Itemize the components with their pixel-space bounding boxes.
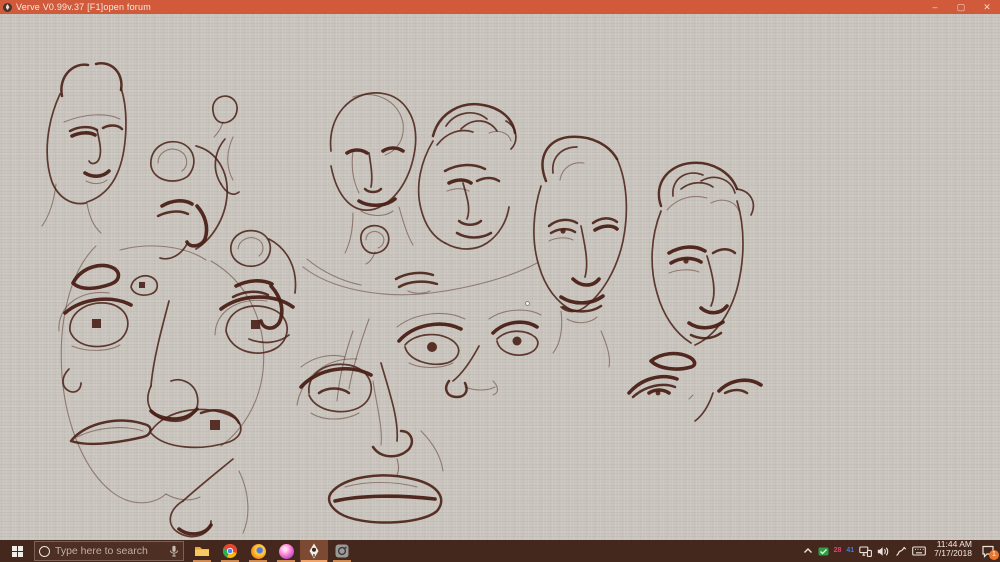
pen-link-icon[interactable] (895, 546, 907, 557)
notification-badge: 1 (989, 550, 999, 560)
search-input[interactable] (55, 545, 169, 557)
taskbar-app-paint-orb[interactable] (272, 540, 300, 562)
maximize-button[interactable]: ▢ (948, 0, 974, 14)
verve-taskbar-icon (306, 543, 322, 559)
volume-icon[interactable] (877, 546, 890, 557)
desktop-screen: Verve V0.99v.37 [F1]open forum – ▢ ✕ (0, 0, 1000, 562)
window-titlebar[interactable]: Verve V0.99v.37 [F1]open forum – ▢ ✕ (0, 0, 1000, 14)
tray-temp-red-badge[interactable]: 28 (834, 546, 842, 556)
tray-temp-blue-badge[interactable]: 41 (846, 546, 854, 556)
start-button[interactable] (0, 540, 34, 562)
taskbar-apps (188, 540, 356, 562)
microphone-icon (169, 545, 179, 557)
network-icon[interactable] (859, 546, 872, 557)
window-title: Verve V0.99v.37 [F1]open forum (16, 0, 151, 14)
system-tray: 28 41 (799, 540, 931, 562)
windows-taskbar: 28 41 11:44 AM 7/17/2018 1 (0, 540, 1000, 562)
drawing-canvas[interactable] (0, 14, 1000, 540)
taskbar-clock[interactable]: 11:44 AM 7/17/2018 (930, 540, 976, 562)
taskbar-app-capture[interactable] (328, 540, 356, 562)
chrome-icon (222, 543, 238, 559)
clock-date: 7/17/2018 (934, 549, 972, 558)
action-center-button[interactable]: 1 (976, 540, 1000, 562)
minimize-button[interactable]: – (922, 0, 948, 14)
taskbar-search[interactable] (34, 541, 184, 561)
taskbar-app-chrome[interactable] (216, 540, 244, 562)
tray-green-utility-icon[interactable] (818, 546, 829, 557)
taskbar-app-firefox[interactable] (244, 540, 272, 562)
windows-logo-icon (12, 546, 23, 557)
firefox-icon (251, 544, 266, 559)
taskbar-app-file-explorer[interactable] (188, 540, 216, 562)
capture-app-icon (334, 543, 350, 559)
hidden-icons-chevron[interactable] (803, 547, 813, 555)
pink-orb-app-icon (279, 544, 294, 559)
close-button[interactable]: ✕ (974, 0, 1000, 14)
brush-cursor (525, 301, 530, 306)
file-explorer-icon (194, 543, 210, 559)
cortana-icon (39, 546, 50, 557)
taskbar-app-verve-active[interactable] (300, 540, 328, 562)
touch-keyboard-icon[interactable] (912, 546, 926, 556)
verve-app-icon (3, 3, 12, 12)
